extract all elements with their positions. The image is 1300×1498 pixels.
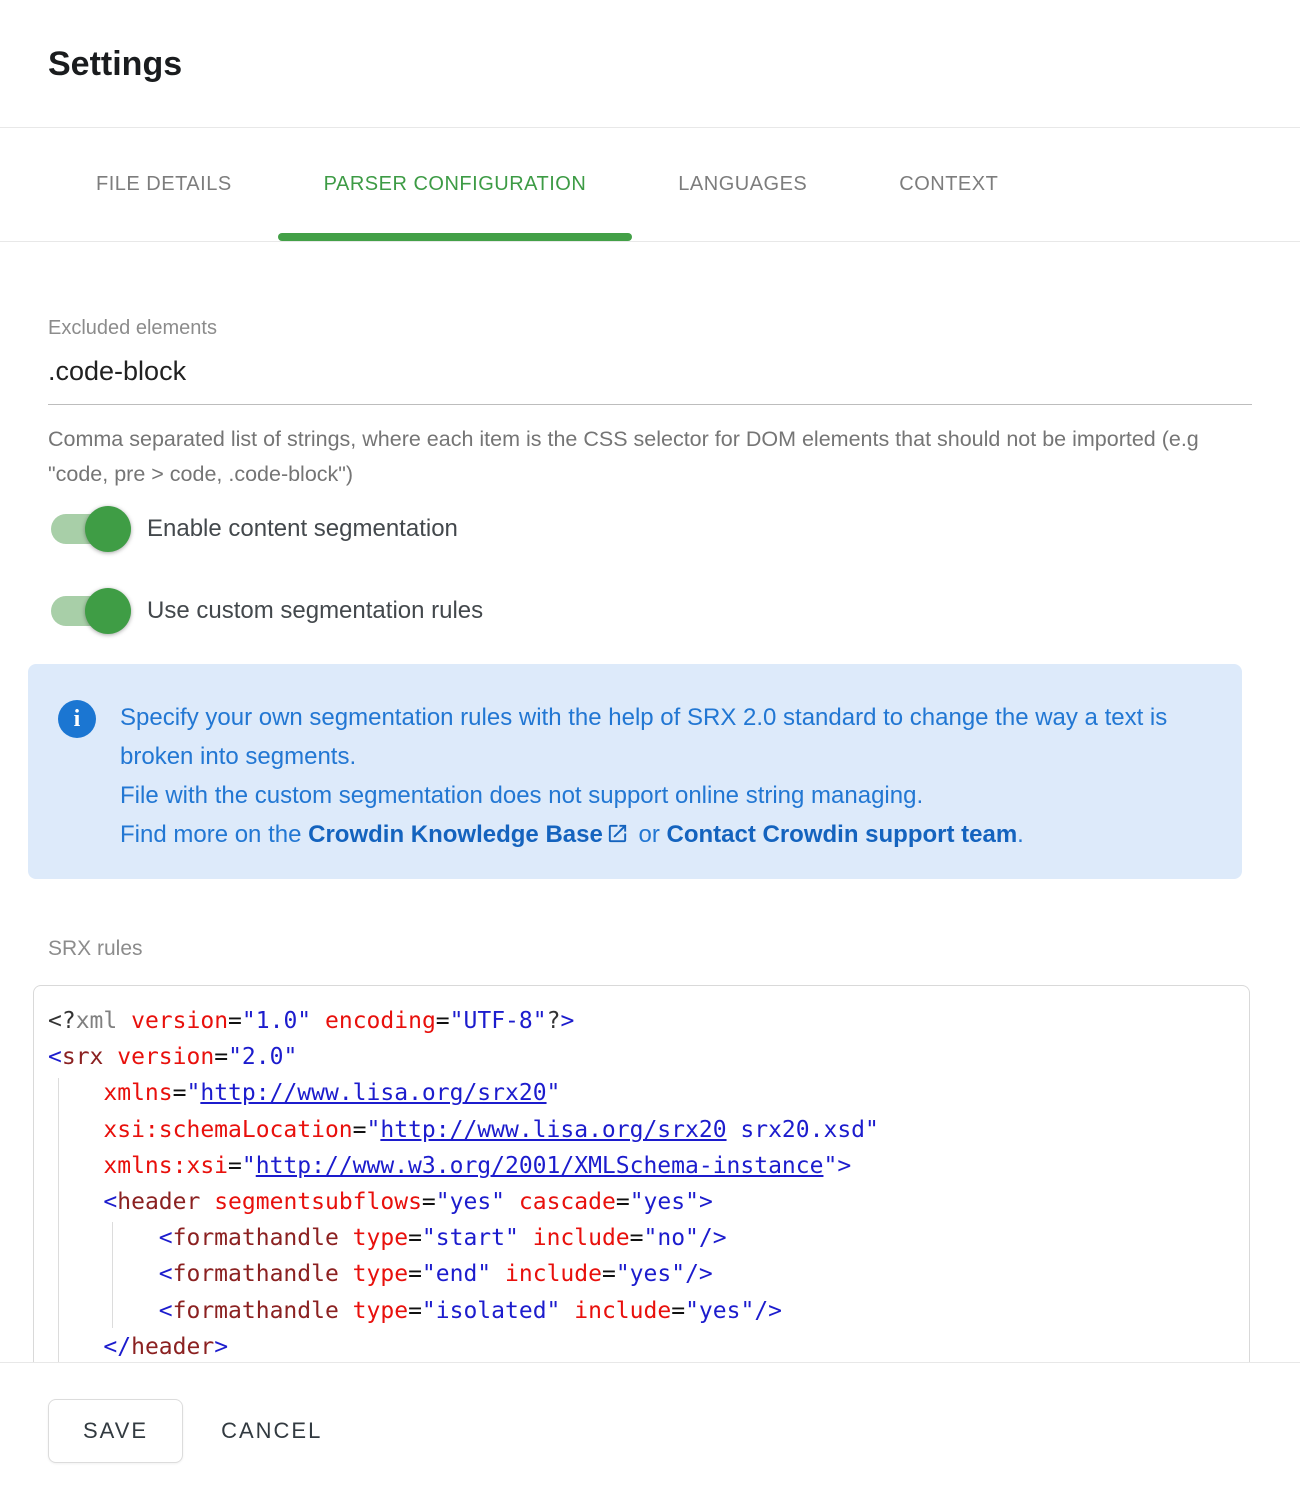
toggle-knob [85,588,131,634]
info-text: Specify your own segmentation rules with… [120,698,1182,854]
indent-guide [112,1222,113,1328]
toggle-knob [85,506,131,552]
toggle-row-custom-segmentation-rules: Use custom segmentation rules [48,588,1252,634]
page-title: Settings [48,42,1252,86]
settings-page: Settings FILE DETAILS PARSER CONFIGURATI… [0,0,1300,1498]
tab-context[interactable]: CONTEXT [853,128,1044,241]
toggle-label: Enable content segmentation [147,515,458,543]
srx-rules-editor[interactable]: <?xml version="1.0" encoding="UTF-8"?><s… [34,986,1249,1362]
external-link-icon [606,822,629,845]
info-link[interactable]: Contact Crowdin support team [667,821,1018,848]
parser-configuration-panel: Excluded elements .code-block Comma sepa… [0,316,1300,1362]
indent-guide [58,1078,59,1362]
custom-segmentation-rules-toggle[interactable] [51,596,127,626]
content-segmentation-toggle[interactable] [51,514,127,544]
footer-actions: SAVE CANCEL [0,1362,1300,1498]
excluded-elements-label: Excluded elements [48,316,1252,340]
toggle-row-content-segmentation: Enable content segmentation [48,506,1252,552]
segmentation-info-box: i Specify your own segmentation rules wi… [28,664,1242,879]
info-line-links: Find more on the Crowdin Knowledge Base … [120,815,1182,854]
info-icon: i [58,700,96,738]
save-button[interactable]: SAVE [48,1399,183,1463]
srx-rules-label: SRX rules [48,937,1252,961]
tab-languages[interactable]: LANGUAGES [632,128,853,241]
cancel-button[interactable]: CANCEL [219,1399,324,1463]
tab-file-details[interactable]: FILE DETAILS [50,128,278,241]
tab-parser-configuration[interactable]: PARSER CONFIGURATION [278,128,633,241]
toggle-label: Use custom segmentation rules [147,597,483,625]
info-line-1: Specify your own segmentation rules with… [120,698,1182,776]
tab-bar: FILE DETAILS PARSER CONFIGURATION LANGUA… [0,128,1300,242]
excluded-elements-input[interactable]: .code-block [48,350,1252,405]
page-header: Settings [0,0,1300,128]
srx-rules-editor-box: <?xml version="1.0" encoding="UTF-8"?><s… [33,985,1250,1362]
excluded-elements-help: Comma separated list of strings, where e… [48,422,1208,492]
info-line-2: File with the custom segmentation does n… [120,776,1182,815]
info-link[interactable]: Crowdin Knowledge Base [308,821,603,848]
